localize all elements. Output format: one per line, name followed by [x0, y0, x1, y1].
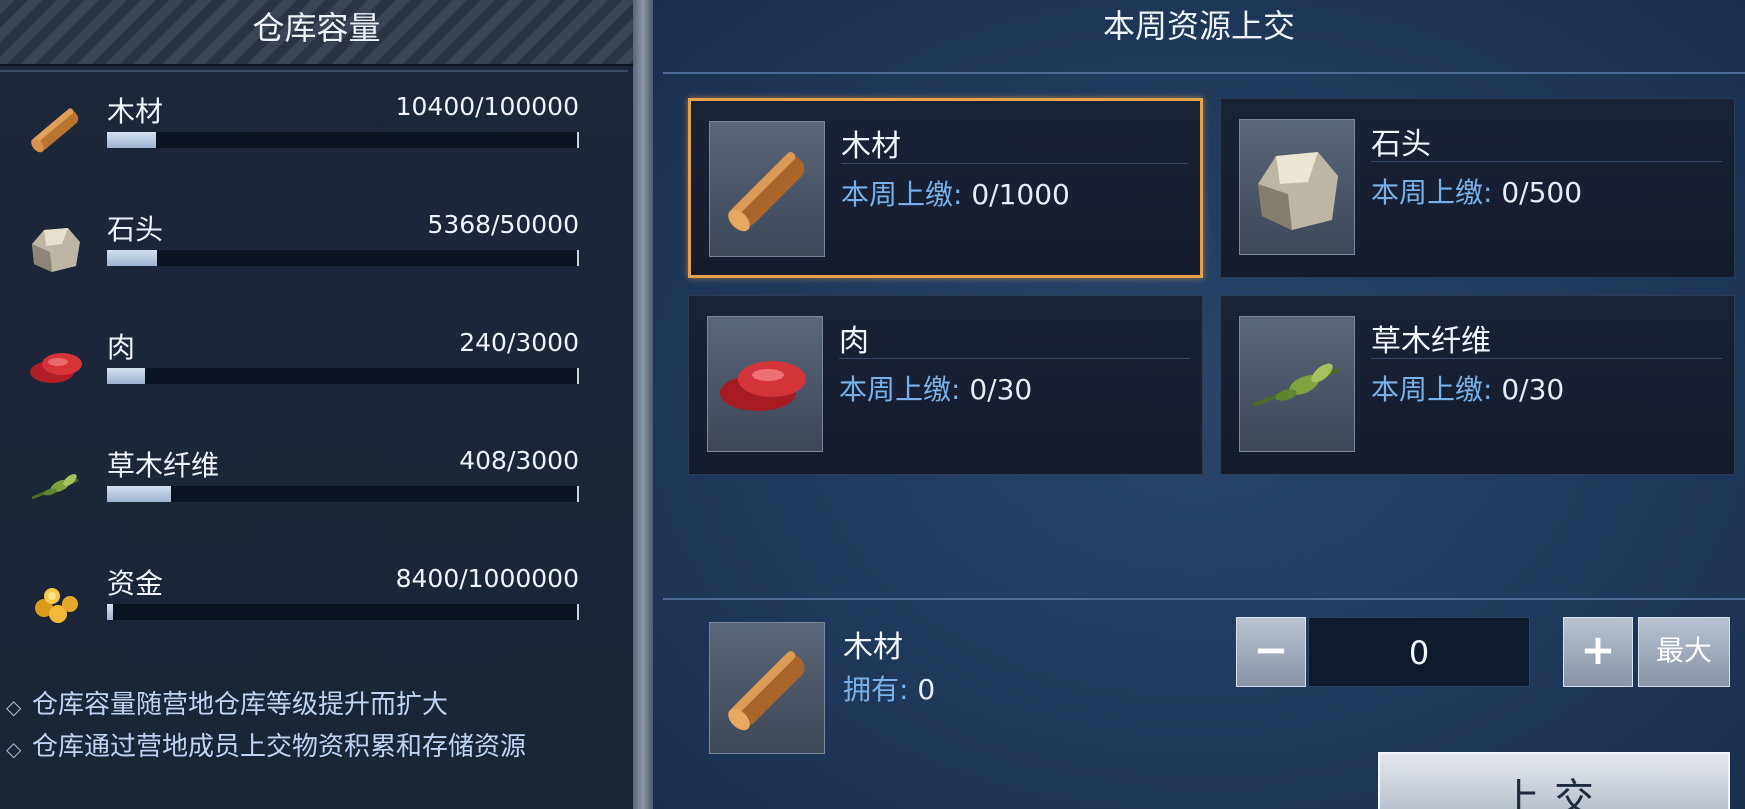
fiber-icon — [1239, 316, 1355, 452]
quota-label: 本周上缴: — [841, 178, 963, 211]
resource-row-meat: 肉 240/3000 — [0, 328, 633, 412]
quantity-input[interactable]: 0 — [1308, 617, 1530, 687]
card-name: 石头 — [1371, 127, 1431, 162]
resource-amount: 10400/100000 — [395, 92, 579, 121]
card-quota: 本周上缴: 0/30 — [1371, 368, 1564, 408]
stone-icon — [1239, 119, 1355, 255]
selected-item-name: 木材 — [843, 630, 903, 665]
info-note-text: 仓库容量随营地仓库等级提升而扩大 — [32, 690, 449, 720]
warehouse-title: 仓库容量 — [252, 9, 381, 47]
divider — [663, 598, 1745, 600]
resource-name: 资金 — [107, 567, 164, 600]
capacity-bar-fill — [107, 486, 171, 502]
app-root: 仓库容量 木材 10400/100000 石头 5368/50000 肉 240… — [0, 0, 1745, 809]
resource-amount: 408/3000 — [459, 446, 579, 475]
max-button[interactable]: 最大 — [1638, 617, 1730, 687]
quota-label: 本周上缴: — [1371, 176, 1493, 209]
quota-value: 0/1000 — [971, 178, 1070, 211]
capacity-bar-fill — [107, 250, 158, 266]
diamond-bullet-icon: ◇ — [6, 737, 22, 761]
fiber-icon — [22, 450, 90, 518]
capacity-bar — [107, 132, 579, 148]
info-notes: ◇ 仓库容量随营地仓库等级提升而扩大 ◇ 仓库通过营地成员上交物资积累和存储资源 — [6, 688, 626, 766]
submit-card-stone[interactable]: 石头 本周上缴: 0/500 — [1220, 98, 1735, 278]
submit-button[interactable]: 上交 — [1378, 752, 1730, 809]
capacity-bar-fill — [107, 368, 145, 384]
capacity-bar — [107, 604, 579, 620]
resource-name: 石头 — [107, 213, 164, 246]
divider — [0, 70, 628, 72]
wood-icon — [22, 96, 90, 164]
card-name: 木材 — [841, 129, 901, 164]
capacity-bar — [107, 486, 579, 502]
coins-icon — [22, 568, 90, 636]
quota-value: 0/30 — [1501, 373, 1565, 406]
card-name: 肉 — [839, 324, 869, 359]
info-note: ◇ 仓库通过营地成员上交物资积累和存储资源 — [6, 730, 626, 766]
diamond-bullet-icon: ◇ — [6, 695, 22, 719]
panel-separator — [633, 0, 653, 809]
resource-amount: 5368/50000 — [427, 210, 579, 239]
weekly-submit-panel: 本周资源上交 木材 本周上缴: 0/1000 石头 本周上缴: 0/500 肉 … — [653, 0, 1745, 809]
resource-row-funds: 资金 8400/1000000 — [0, 564, 633, 648]
wood-icon — [709, 121, 825, 257]
divider — [841, 163, 1188, 164]
capacity-bar-fill — [107, 604, 113, 620]
submit-card-wood[interactable]: 木材 本周上缴: 0/1000 — [688, 98, 1203, 278]
capacity-bar — [107, 250, 579, 266]
card-quota: 本周上缴: 0/1000 — [841, 173, 1070, 213]
submit-card-fiber[interactable]: 草木纤维 本周上缴: 0/30 — [1220, 295, 1735, 475]
divider — [1371, 161, 1722, 162]
resource-row-fiber: 草木纤维 408/3000 — [0, 446, 633, 530]
resource-row-stone: 石头 5368/50000 — [0, 210, 633, 294]
resource-name: 草木纤维 — [107, 449, 220, 482]
resource-name: 木材 — [107, 95, 164, 128]
divider — [663, 72, 1745, 74]
capacity-bar — [107, 368, 579, 384]
resource-amount: 240/3000 — [459, 328, 579, 357]
capacity-bar-fill — [107, 132, 156, 148]
decrease-button[interactable]: − — [1236, 617, 1306, 687]
card-quota: 本周上缴: 0/30 — [839, 368, 1032, 408]
resource-name: 肉 — [107, 331, 136, 364]
wood-icon — [709, 622, 825, 754]
weekly-submit-title: 本周资源上交 — [1102, 7, 1295, 45]
card-name: 草木纤维 — [1371, 324, 1491, 359]
quota-value: 0/30 — [969, 373, 1033, 406]
divider — [839, 358, 1190, 359]
stone-icon — [22, 214, 90, 282]
owned-value: 0 — [917, 673, 936, 706]
quota-value: 0/500 — [1501, 176, 1583, 209]
resource-row-wood: 木材 10400/100000 — [0, 92, 633, 176]
meat-icon — [707, 316, 823, 452]
increase-button[interactable]: + — [1563, 617, 1633, 687]
info-note-text: 仓库通过营地成员上交物资积累和存储资源 — [32, 732, 527, 762]
quota-label: 本周上缴: — [1371, 373, 1493, 406]
submit-card-meat[interactable]: 肉 本周上缴: 0/30 — [688, 295, 1203, 475]
info-note: ◇ 仓库容量随营地仓库等级提升而扩大 — [6, 688, 626, 724]
selected-item-owned: 拥有: 0 — [843, 668, 935, 708]
warehouse-panel: 仓库容量 木材 10400/100000 石头 5368/50000 肉 240… — [0, 0, 633, 809]
resource-amount: 8400/1000000 — [395, 564, 579, 593]
divider — [1371, 358, 1722, 359]
quota-label: 本周上缴: — [839, 373, 961, 406]
owned-label: 拥有: — [843, 673, 909, 706]
card-quota: 本周上缴: 0/500 — [1371, 171, 1582, 211]
meat-icon — [22, 332, 90, 400]
